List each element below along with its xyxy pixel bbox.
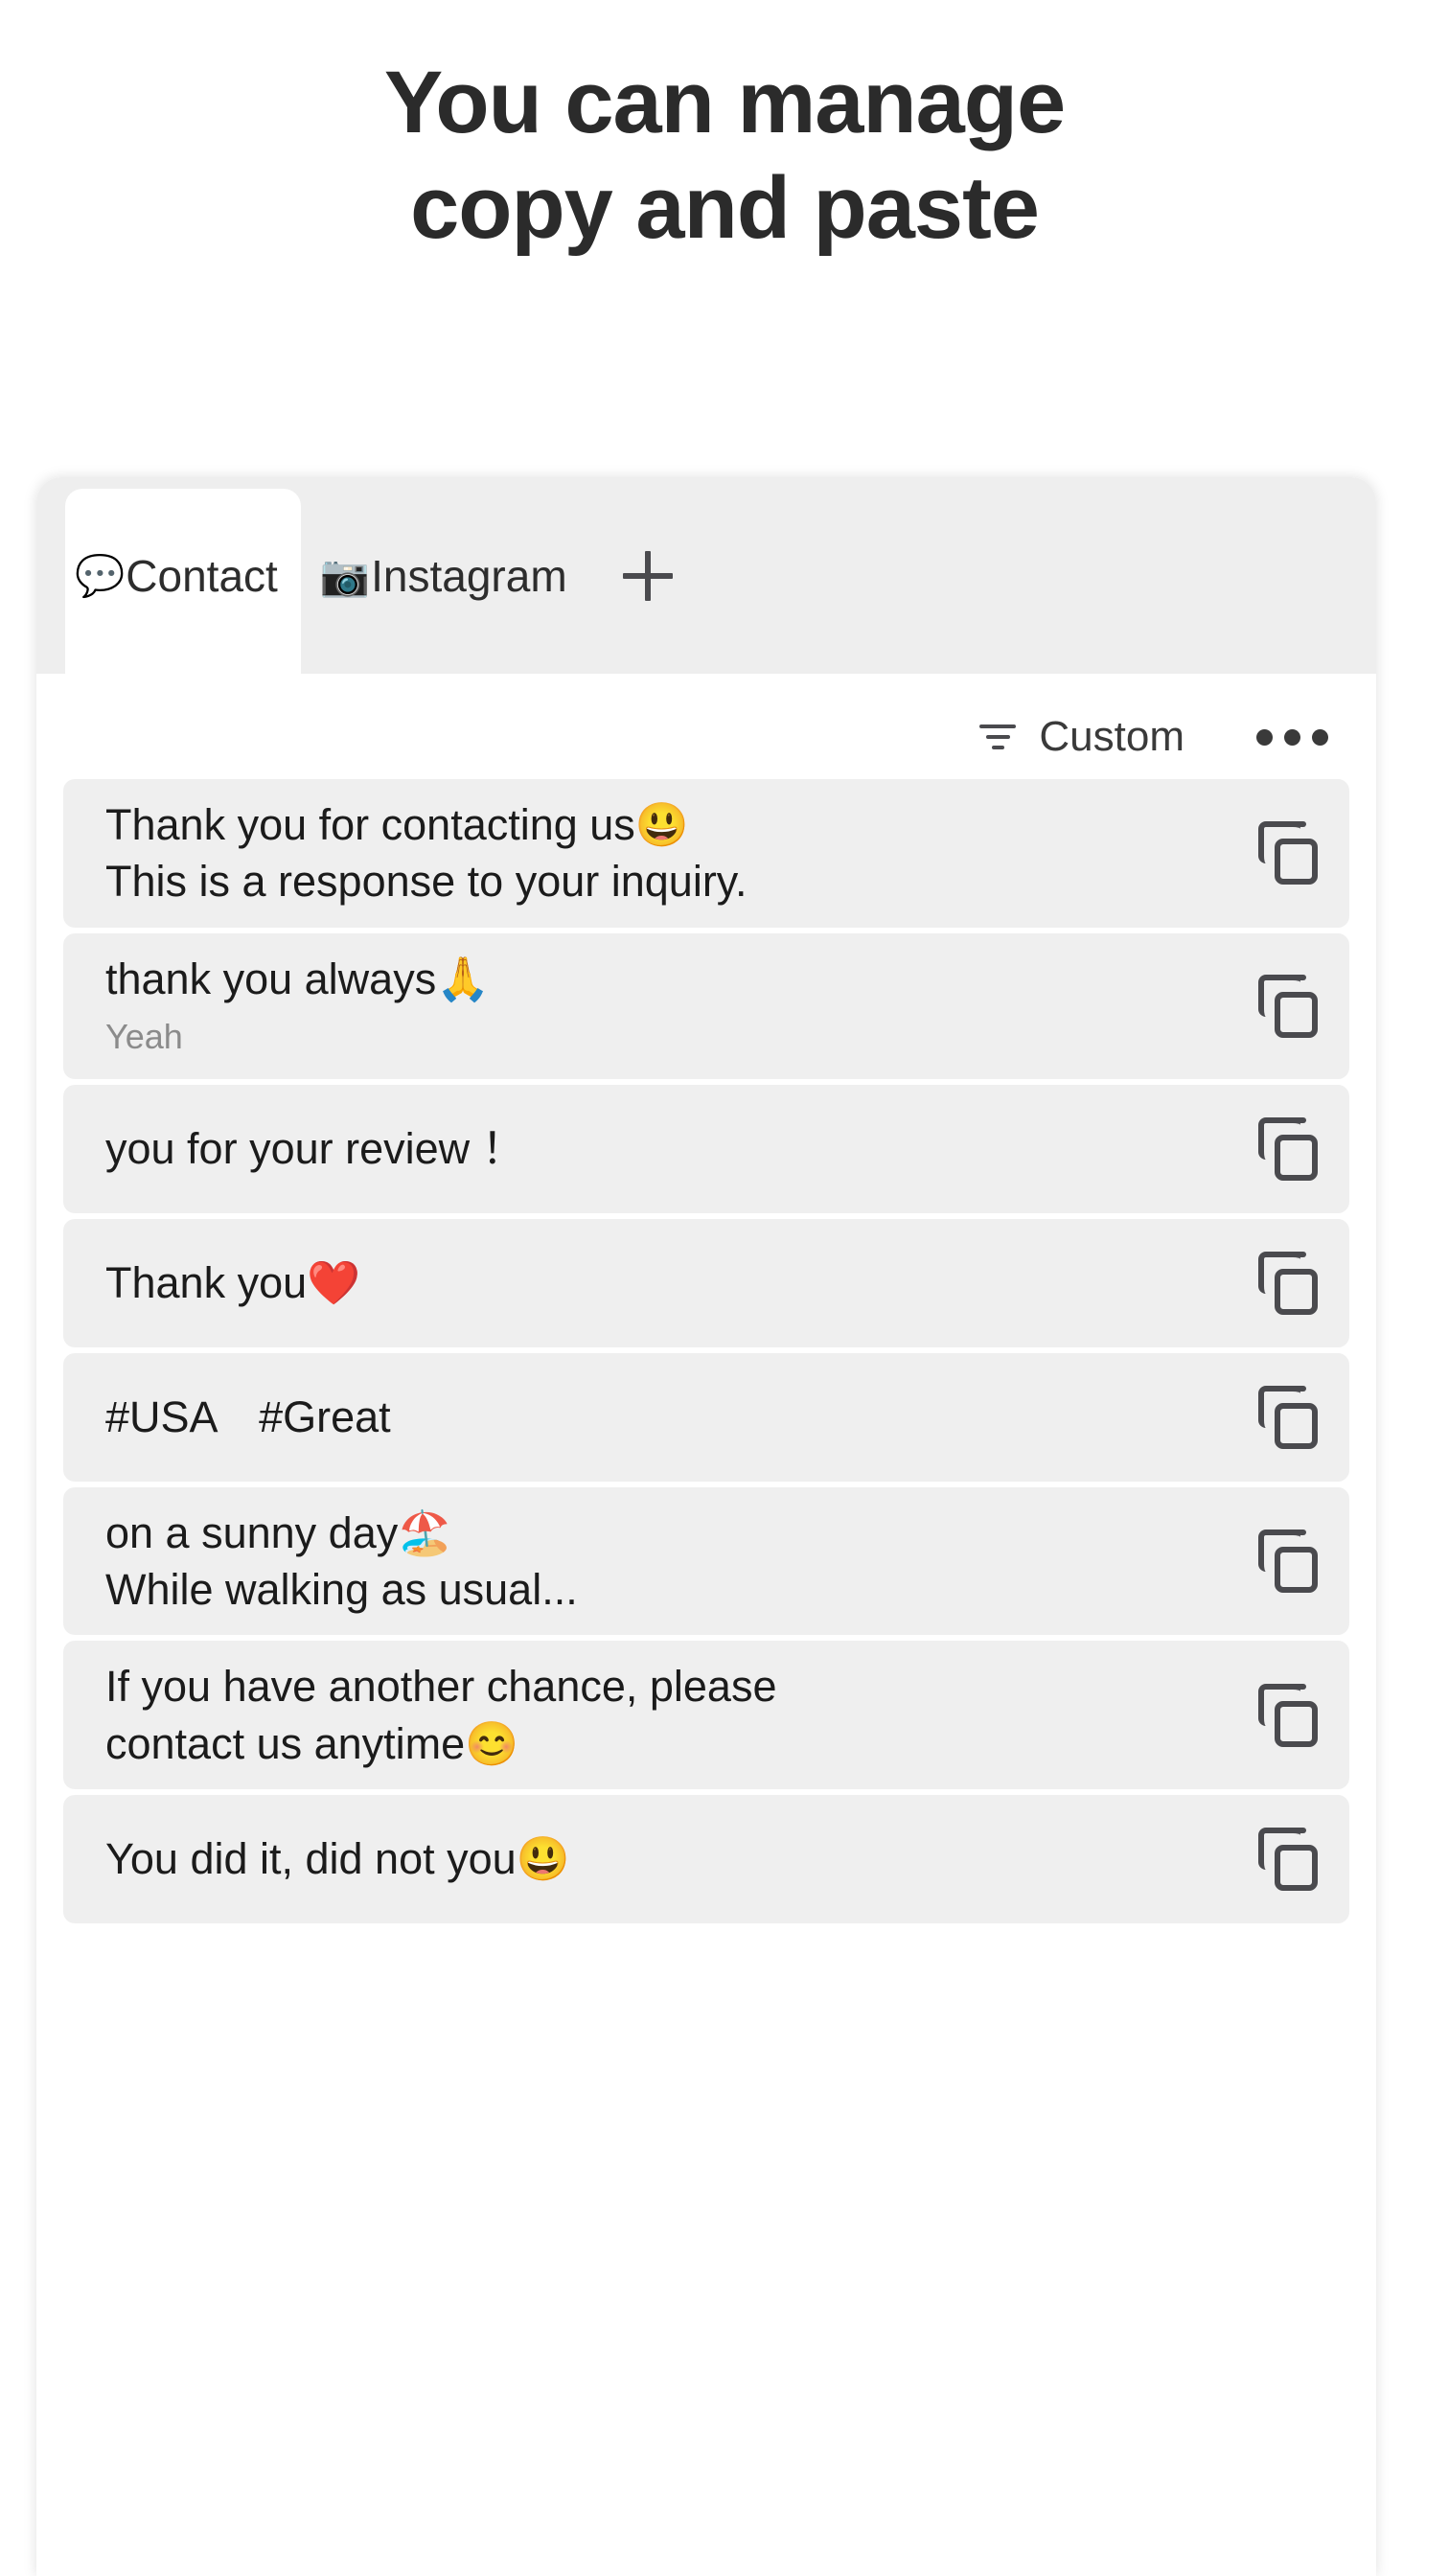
app-card: 💬 Contact 📷 Instagram Custom Thank you f… [36, 477, 1376, 2576]
filter-label: Custom [1039, 713, 1184, 760]
copy-button[interactable] [1227, 1385, 1349, 1449]
list-item[interactable]: on a sunny day🏖️ While walking as usual.… [63, 1486, 1349, 1636]
snippet-list: Thank you for contacting us😃 This is a r… [63, 779, 1349, 1929]
more-options-button[interactable] [1234, 699, 1349, 775]
copy-icon [1258, 1385, 1318, 1449]
copy-button[interactable] [1227, 1529, 1349, 1593]
tab-contact-label: Contact [126, 550, 278, 601]
list-item-text: thank you always🙏 Yeah [105, 951, 1227, 1062]
filter-button[interactable]: Custom [960, 705, 1202, 769]
copy-icon [1258, 1251, 1318, 1315]
list-item[interactable]: If you have another chance, please conta… [63, 1641, 1349, 1790]
list-item-sub: Yeah [105, 1017, 183, 1057]
page-title: You can manage copy and paste [0, 0, 1449, 262]
list-item[interactable]: Thank you for contacting us😃 This is a r… [63, 779, 1349, 928]
list-item-main: If you have another chance, please conta… [105, 1662, 777, 1768]
copy-button[interactable] [1227, 1116, 1349, 1181]
copy-icon [1258, 974, 1318, 1038]
copy-icon [1258, 821, 1318, 886]
tab-bar: 💬 Contact 📷 Instagram [36, 477, 1376, 674]
tab-content-panel: Custom Thank you for contacting us😃 This… [36, 674, 1376, 2576]
list-item-text: If you have another chance, please conta… [105, 1658, 1227, 1772]
copy-icon [1258, 1116, 1318, 1181]
plus-icon-vertical [644, 550, 651, 601]
list-item[interactable]: thank you always🙏 Yeah [63, 932, 1349, 1079]
list-item-text: You did it, did not you😃 [105, 1830, 1227, 1887]
copy-icon [1258, 1529, 1318, 1593]
more-dot-3 [1311, 728, 1328, 746]
more-dot-2 [1283, 728, 1300, 746]
copy-button[interactable] [1227, 974, 1349, 1038]
camera-icon: 📷 [319, 552, 371, 598]
list-item-text: Thank you for contacting us😃 This is a r… [105, 796, 1227, 910]
copy-button[interactable] [1227, 821, 1349, 886]
speech-balloon-icon: 💬 [75, 552, 126, 598]
tab-contact[interactable]: 💬 Contact [75, 477, 278, 674]
list-item-text: #USA #Great [105, 1389, 1227, 1445]
page-title-line-2: copy and paste [410, 159, 1040, 258]
copy-button[interactable] [1227, 1828, 1349, 1892]
list-item-text: Thank you❤️ [105, 1254, 1227, 1311]
list-item[interactable]: you for your review ！ [63, 1084, 1349, 1213]
more-dot-1 [1255, 728, 1273, 746]
list-toolbar: Custom [960, 691, 1349, 783]
filter-icon [978, 721, 1018, 753]
add-tab-button[interactable] [613, 541, 682, 610]
list-item[interactable]: #USA #Great [63, 1352, 1349, 1482]
list-item-main: #USA #Great [105, 1392, 391, 1441]
tab-instagram[interactable]: 📷 Instagram [320, 477, 567, 674]
copy-icon [1258, 1828, 1318, 1892]
list-item-text: on a sunny day🏖️ While walking as usual.… [105, 1505, 1227, 1619]
list-item-main: on a sunny day🏖️ While walking as usual.… [105, 1507, 578, 1614]
list-item-main: Thank you for contacting us😃 This is a r… [105, 800, 748, 907]
list-item-main: thank you always🙏 [105, 954, 491, 1003]
list-item[interactable]: Thank you❤️ [63, 1218, 1349, 1347]
app-window: 💬 Contact 📷 Instagram Custom Thank you f… [36, 477, 1376, 2576]
list-item-text: you for your review ！ [105, 1120, 1227, 1177]
list-item[interactable]: You did it, did not you😃 [63, 1795, 1349, 1924]
list-item-main: Thank you❤️ [105, 1257, 361, 1307]
page-title-line-1: You can manage [383, 54, 1066, 151]
tab-instagram-label: Instagram [371, 550, 567, 601]
copy-button[interactable] [1227, 1683, 1349, 1747]
list-item-main: you for your review ！ [105, 1123, 525, 1173]
copy-icon [1258, 1683, 1318, 1747]
copy-button[interactable] [1227, 1251, 1349, 1315]
list-item-main: You did it, did not you😃 [105, 1834, 570, 1884]
